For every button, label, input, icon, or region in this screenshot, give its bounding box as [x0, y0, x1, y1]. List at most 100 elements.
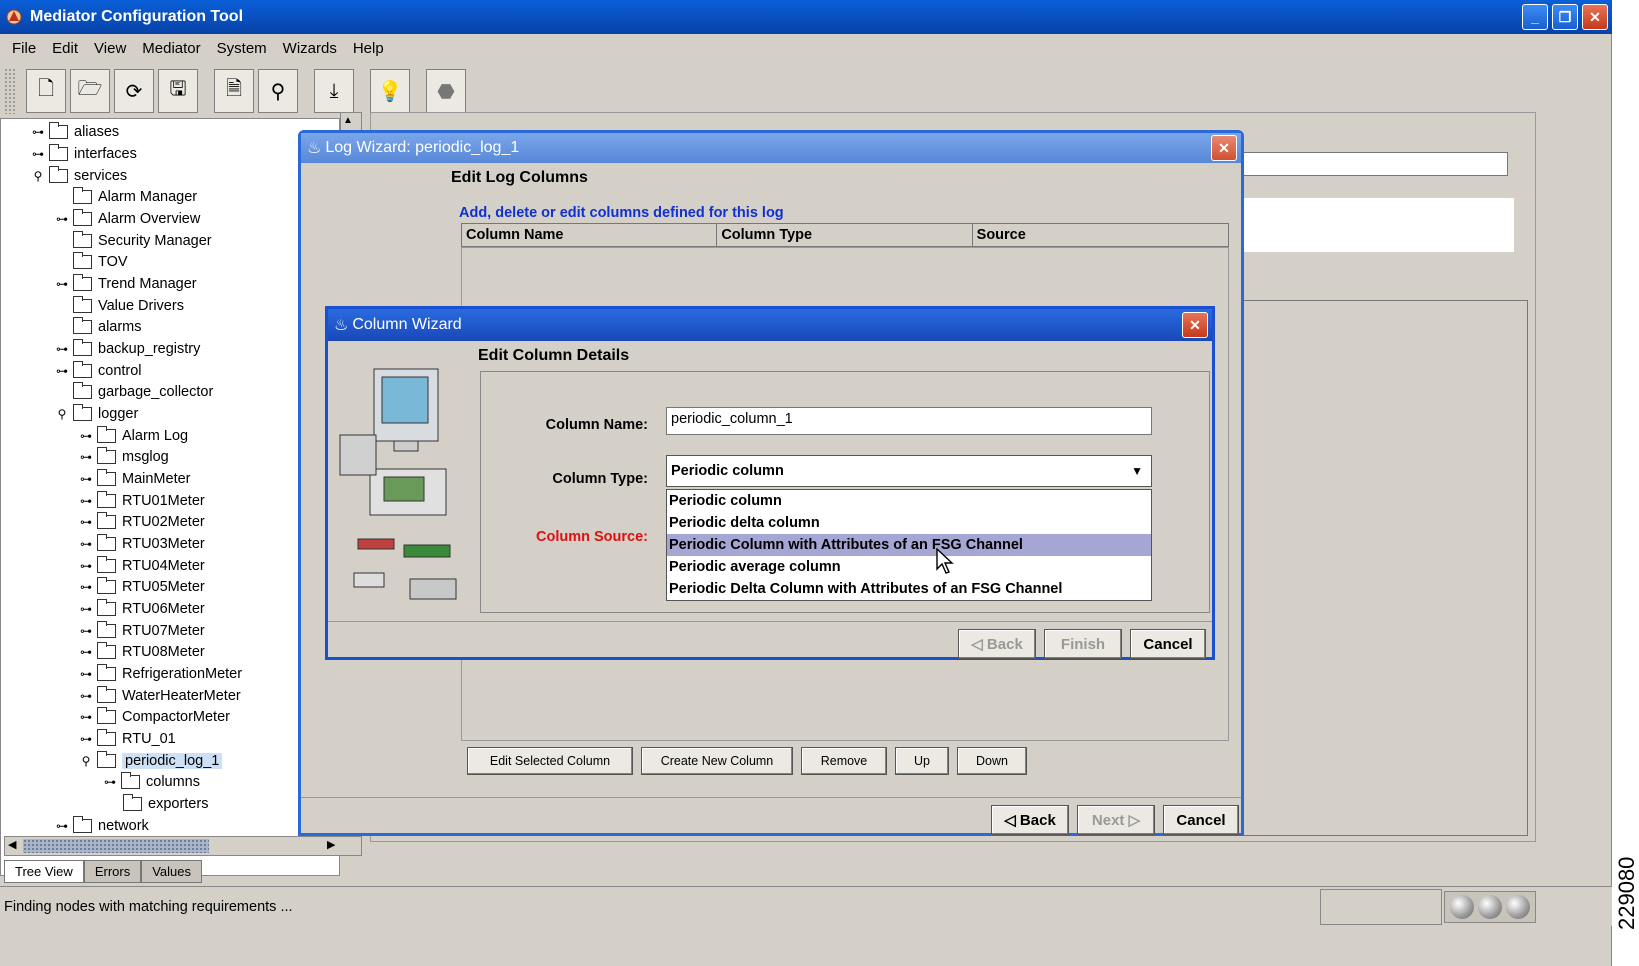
column-wizard-close-button[interactable]: ✕	[1182, 312, 1208, 338]
column-button-row: Edit Selected Column Create New Column R…	[467, 747, 1027, 775]
menu-edit[interactable]: Edit	[44, 36, 86, 62]
tree-node[interactable]: ⊶ Alarm Log	[79, 426, 188, 446]
tree-node-selected[interactable]: ⚲ periodic_log_1	[79, 751, 223, 771]
open-folder-icon[interactable]: 🗁	[70, 69, 110, 113]
tree-node[interactable]: ⊶ backup_registry	[55, 339, 200, 359]
tree-node[interactable]: ⊶ interfaces	[31, 144, 137, 164]
tree-node[interactable]: Value Drivers	[73, 296, 184, 316]
tree-node[interactable]: ⊶ CompactorMeter	[79, 707, 230, 727]
menu-bar: File Edit View Mediator System Wizards H…	[0, 36, 392, 62]
option-periodic-delta-column[interactable]: Periodic delta column	[667, 512, 1151, 534]
menu-system[interactable]: System	[209, 36, 275, 62]
log-wizard-title: Log Wizard: periodic_log_1	[325, 139, 520, 156]
tree-horizontal-scrollbar[interactable]: ◀ ▶	[4, 836, 362, 856]
tree-node[interactable]: ⊶ WaterHeaterMeter	[79, 686, 241, 706]
minimize-button[interactable]: _	[1522, 4, 1548, 30]
log-back-button[interactable]: ◁ Back	[991, 805, 1069, 835]
tree-node[interactable]: exporters	[123, 794, 208, 814]
tree-node[interactable]: ⊶ RTU08Meter	[79, 642, 205, 662]
tree-node[interactable]: garbage_collector	[73, 382, 213, 402]
light-icon	[1506, 895, 1530, 919]
menu-file[interactable]: File	[4, 36, 44, 62]
menu-view[interactable]: View	[86, 36, 134, 62]
tree-node[interactable]: ⊶ control	[55, 361, 142, 381]
column-type-dropdown-list: Periodic column Periodic delta column Pe…	[666, 489, 1152, 601]
tree-node[interactable]: ⊶ columns	[103, 772, 200, 792]
title-bar: Mediator Configuration Tool _ ❐ ✕	[0, 0, 1612, 34]
binoculars-icon[interactable]: ⚲	[258, 69, 298, 113]
new-document-icon[interactable]: 🗎	[214, 69, 254, 113]
tree-node[interactable]: ⊶ MainMeter	[79, 469, 191, 489]
new-page-icon[interactable]: 🗋	[26, 69, 66, 113]
tree-node[interactable]: ⚲ services	[31, 166, 127, 186]
column-header-source[interactable]: Source	[973, 224, 1228, 246]
toolbar-grip[interactable]	[4, 68, 16, 114]
scroll-left-icon[interactable]: ◀	[8, 838, 16, 851]
create-new-column-button[interactable]: Create New Column	[641, 747, 793, 775]
up-button[interactable]: Up	[895, 747, 949, 775]
option-periodic-delta-fsg-column[interactable]: Periodic Delta Column with Attributes of…	[667, 578, 1151, 600]
scroll-right-icon[interactable]: ▶	[327, 838, 335, 851]
column-name-field[interactable]: periodic_column_1	[666, 407, 1152, 435]
tree-node[interactable]: ⊶ RTU02Meter	[79, 512, 205, 532]
tree-node[interactable]: Alarm Manager	[73, 187, 197, 207]
tree-node[interactable]: ⊶ RTU05Meter	[79, 577, 205, 597]
menu-mediator[interactable]: Mediator	[134, 36, 208, 62]
tab-tree-view[interactable]: Tree View	[4, 860, 84, 883]
remove-button[interactable]: Remove	[801, 747, 887, 775]
column-header-name[interactable]: Column Name	[462, 224, 718, 246]
figure-number: 229080	[1614, 856, 1639, 930]
tab-errors[interactable]: Errors	[83, 860, 142, 883]
log-wizard-close-button[interactable]: ✕	[1211, 135, 1237, 161]
maximize-button[interactable]: ❐	[1552, 4, 1578, 30]
app-icon: ♨	[307, 140, 322, 157]
property-input[interactable]	[1238, 152, 1508, 176]
option-periodic-fsg-column[interactable]: Periodic Column with Attributes of an FS…	[667, 534, 1151, 556]
light-icon	[1450, 895, 1474, 919]
tree-node[interactable]: ⊶ msglog	[79, 447, 169, 467]
tree-node[interactable]: ⊶ RTU04Meter	[79, 556, 205, 576]
tree-node[interactable]: ⊶ RTU06Meter	[79, 599, 205, 619]
tree-node[interactable]: ⊶ RTU_01	[79, 729, 176, 749]
column-type-select[interactable]: Periodic column ▼	[666, 455, 1152, 487]
column-source-label: Column Source:	[536, 529, 648, 545]
log-cancel-button[interactable]: Cancel	[1163, 805, 1239, 835]
tree-node[interactable]: ⊶ aliases	[31, 122, 119, 142]
tab-values[interactable]: Values	[141, 860, 202, 883]
tree-node[interactable]: TOV	[73, 252, 128, 272]
tree-node[interactable]: ⊶ network	[55, 816, 149, 836]
tree-node[interactable]: ⊶ RTU07Meter	[79, 621, 205, 641]
lightbulb-icon[interactable]: 💡	[370, 69, 410, 113]
tree-node[interactable]: ⊶ RefrigerationMeter	[79, 664, 242, 684]
scroll-up-icon[interactable]: ▲	[343, 115, 353, 126]
tree-node[interactable]: alarms	[73, 317, 142, 337]
column-cancel-button[interactable]: Cancel	[1130, 629, 1206, 659]
tree-node[interactable]: ⊶ RTU03Meter	[79, 534, 205, 554]
status-box	[1320, 889, 1442, 925]
menu-wizards[interactable]: Wizards	[275, 36, 345, 62]
download-icon[interactable]: ⤓	[314, 69, 354, 113]
tree-node[interactable]: ⊶ Trend Manager	[55, 274, 197, 294]
tree-node[interactable]: ⊶ RTU01Meter	[79, 491, 205, 511]
option-periodic-average-column[interactable]: Periodic average column	[667, 556, 1151, 578]
close-button[interactable]: ✕	[1582, 4, 1608, 30]
down-button[interactable]: Down	[957, 747, 1027, 775]
edit-selected-column-button[interactable]: Edit Selected Column	[467, 747, 633, 775]
column-wizard-heading: Edit Column Details	[478, 347, 630, 364]
column-header-type[interactable]: Column Type	[717, 224, 973, 246]
computer-illustration-icon	[339, 368, 457, 600]
refresh-icon[interactable]: ⟳	[114, 69, 154, 113]
scroll-thumb[interactable]	[23, 839, 209, 853]
detail-box	[1238, 300, 1528, 836]
column-name-label: Column Name:	[545, 417, 648, 433]
save-icon[interactable]: 🖫	[158, 69, 198, 113]
chevron-down-icon[interactable]: ▼	[1131, 464, 1143, 478]
columns-table-header: Column Name Column Type Source	[461, 223, 1229, 247]
toolbar: 🗋 🗁 ⟳ 🖫 🗎 ⚲ ⤓ 💡 ⬣	[4, 64, 466, 118]
menu-help[interactable]: Help	[345, 36, 392, 62]
tree-node[interactable]: ⚲ logger	[55, 404, 138, 424]
option-periodic-column[interactable]: Periodic column	[667, 490, 1151, 512]
tree-node[interactable]: Security Manager	[73, 231, 212, 251]
tree-node[interactable]: ⊶ Alarm Overview	[55, 209, 200, 229]
log-wizard-nav: ◁ Back Next ▷ Cancel	[991, 805, 1239, 835]
